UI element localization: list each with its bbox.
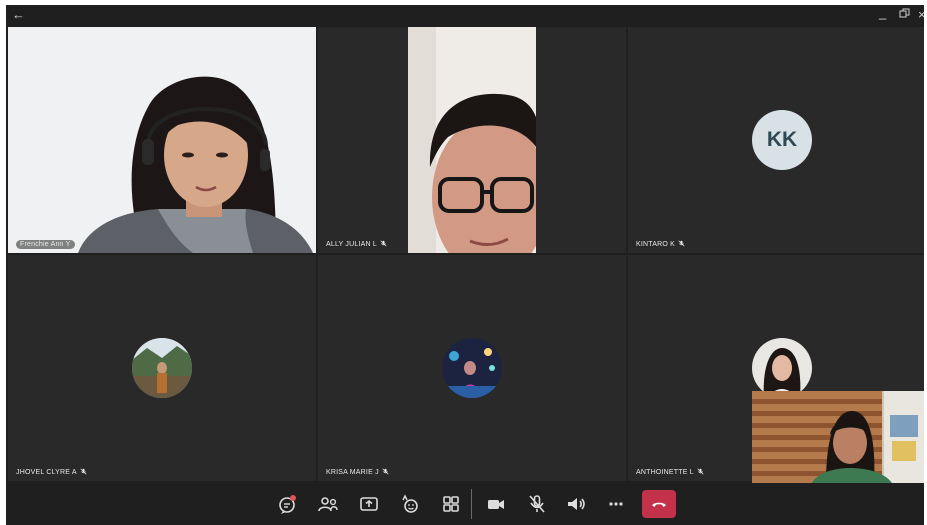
camera-button[interactable] bbox=[484, 492, 508, 516]
avatar-initials: KK bbox=[752, 110, 812, 170]
reactions-button[interactable] bbox=[398, 492, 422, 516]
arrow-left-icon[interactable]: ← bbox=[12, 7, 25, 23]
leave-button[interactable] bbox=[642, 490, 676, 518]
mic-off-icon bbox=[697, 468, 704, 477]
chat-icon bbox=[279, 495, 296, 514]
participant-label: JHOVEL CLYRE A bbox=[16, 468, 87, 477]
participant-video bbox=[408, 27, 536, 253]
share-screen-icon bbox=[360, 497, 378, 511]
apps-button[interactable] bbox=[439, 492, 463, 516]
more-button[interactable] bbox=[604, 492, 628, 516]
participant-video bbox=[8, 27, 316, 253]
more-icon bbox=[609, 502, 623, 506]
avatar bbox=[442, 338, 502, 398]
speaker-icon bbox=[568, 498, 585, 510]
mic-off-icon bbox=[529, 495, 545, 513]
chat-button[interactable] bbox=[276, 492, 300, 516]
participant-name: Frenchie Ann Y bbox=[16, 240, 75, 249]
participant-label: ALLY JULIAN L bbox=[326, 240, 387, 249]
participant-name: JHOVEL CLYRE A bbox=[16, 469, 77, 476]
participant-name: ANTHOINETTE L bbox=[636, 469, 694, 476]
camera-icon bbox=[488, 500, 504, 509]
mic-off-icon bbox=[382, 468, 389, 477]
participants-button[interactable] bbox=[316, 492, 340, 516]
meeting-controls bbox=[6, 483, 924, 525]
participant-name: ALLY JULIAN L bbox=[326, 241, 377, 248]
mic-off-icon bbox=[678, 240, 685, 249]
mic-off-icon bbox=[380, 240, 387, 249]
share-button[interactable] bbox=[357, 492, 381, 516]
popout-icon[interactable] bbox=[899, 7, 910, 23]
people-icon bbox=[318, 497, 338, 512]
title-bar: ← _ × bbox=[6, 5, 924, 27]
participant-name: KRISA MARIE J bbox=[326, 469, 379, 476]
participant-tile[interactable]: KK KINTARO K bbox=[628, 27, 924, 253]
close-icon[interactable]: × bbox=[918, 7, 924, 23]
meeting-window: ← _ × Frenchie Ann Y ALLY JULIAN L KK KI… bbox=[6, 5, 924, 525]
reaction-icon bbox=[402, 494, 418, 513]
grid-icon bbox=[443, 496, 459, 512]
participant-tile[interactable]: KRISA MARIE J bbox=[318, 255, 626, 481]
minimize-icon[interactable]: _ bbox=[879, 5, 886, 21]
avatar bbox=[752, 338, 812, 398]
participant-name: KINTARO K bbox=[636, 241, 676, 248]
self-view-video[interactable] bbox=[752, 391, 924, 483]
participant-label: KRISA MARIE J bbox=[326, 468, 389, 477]
participant-label: ANTHOINETTE L bbox=[636, 468, 704, 477]
speaker-button[interactable] bbox=[564, 492, 588, 516]
participant-tile[interactable]: Frenchie Ann Y bbox=[8, 27, 316, 253]
toolbar-divider bbox=[471, 489, 472, 519]
participant-label: KINTARO K bbox=[636, 240, 685, 249]
avatar bbox=[132, 338, 192, 398]
mic-off-icon bbox=[80, 468, 87, 477]
participant-tile[interactable]: ALLY JULIAN L bbox=[318, 27, 626, 253]
mic-button[interactable] bbox=[525, 492, 549, 516]
hang-up-icon bbox=[652, 502, 666, 507]
participant-tile[interactable]: JHOVEL CLYRE A bbox=[8, 255, 316, 481]
